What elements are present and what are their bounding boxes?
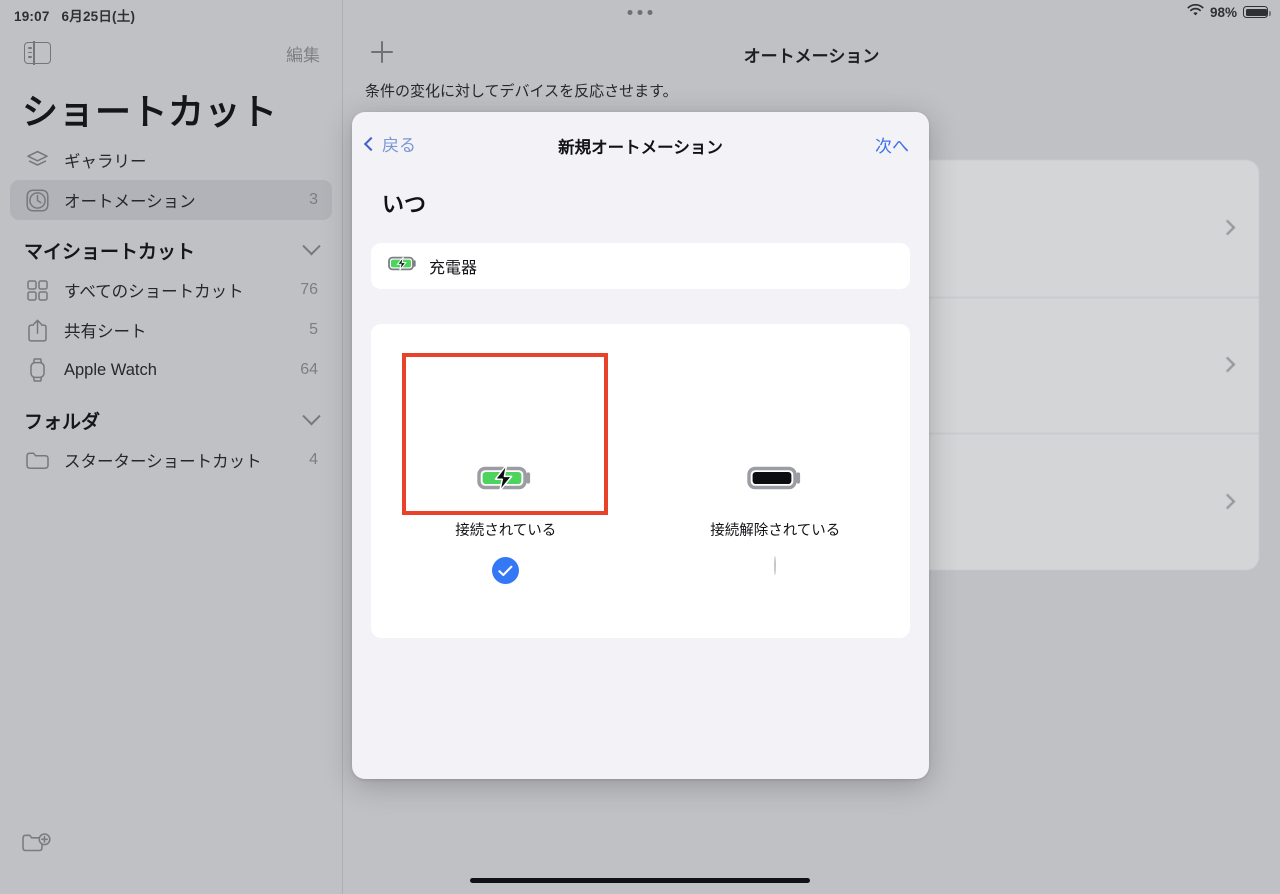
sidebar-item-gallery[interactable]: ギャラリー	[10, 140, 332, 180]
grid-icon	[24, 279, 50, 301]
new-folder-icon[interactable]	[22, 833, 52, 862]
main-toolbar: オートメーション	[343, 30, 1280, 80]
three-dots-handle[interactable]	[627, 10, 653, 15]
gallery-layers-icon	[24, 150, 50, 171]
status-bar-right: 98%	[1187, 3, 1271, 20]
chevron-down-icon[interactable]	[302, 236, 321, 255]
dot	[627, 10, 633, 15]
sidebar-item-automation[interactable]: オートメーション 3	[10, 180, 332, 220]
radio-selected	[492, 557, 520, 584]
sidebar-toggle-icon[interactable]	[24, 41, 51, 65]
sidebar-section-folders[interactable]: フォルダ	[10, 400, 332, 440]
battery-icon	[1243, 6, 1271, 18]
trigger-options-card: 接続されている 接続解除されている	[371, 324, 910, 638]
sidebar-item-apple-watch[interactable]: Apple Watch 64	[10, 350, 332, 390]
chevron-right-icon	[1219, 219, 1236, 236]
automation-clock-icon	[24, 188, 50, 212]
sidebar-item-count: 4	[309, 451, 318, 468]
dot	[647, 10, 653, 15]
status-bar: 19:07 6月25日(土) 98%	[0, 0, 1280, 28]
sidebar-item-count: 5	[309, 321, 318, 338]
sidebar-item-label: すべてのショートカット	[64, 283, 244, 301]
sidebar-item-label: オートメーション	[64, 193, 196, 211]
edit-button[interactable]: 編集	[286, 41, 320, 66]
sidebar-item-count: 76	[300, 281, 318, 298]
sidebar-item-all-shortcuts[interactable]: すべてのショートカット 76	[10, 270, 332, 310]
sidebar-top-row: 編集	[24, 38, 320, 68]
sidebar-nav: ギャラリー オートメーション 3 マイショートカット すべてのショートカット 7…	[10, 140, 332, 480]
sidebar-item-count: 3	[309, 191, 318, 208]
sidebar-item-count: 64	[300, 361, 318, 378]
wifi-icon	[1187, 3, 1204, 20]
section-title: マイショートカット	[24, 241, 196, 263]
option-label: 接続解除されている	[710, 523, 841, 539]
circle-outline-icon[interactable]	[774, 556, 777, 575]
main-title: オートメーション	[743, 47, 880, 66]
watch-icon	[24, 358, 50, 382]
battery-charging-icon	[477, 464, 534, 497]
sidebar-item-label: スターターショートカット	[64, 453, 262, 471]
sidebar-item-share-sheet[interactable]: 共有シート 5	[10, 310, 332, 350]
sidebar-section-my-shortcuts[interactable]: マイショートカット	[10, 230, 332, 270]
chevron-right-icon	[1219, 356, 1236, 373]
chevron-right-icon	[1219, 493, 1236, 510]
new-automation-sheet: 戻る 新規オートメーション 次へ いつ 充電器 接続されている 接続解除されてい…	[352, 112, 929, 779]
status-bar-left: 19:07 6月25日(土)	[14, 5, 135, 25]
radio-unselected	[774, 556, 777, 575]
share-icon	[24, 319, 50, 342]
battery-fill	[1245, 8, 1267, 16]
battery-percent: 98%	[1209, 4, 1237, 20]
sidebar-item-label: 共有シート	[64, 323, 147, 341]
next-button[interactable]: 次へ	[875, 132, 909, 157]
sheet-navbar: 戻る 新規オートメーション 次へ	[352, 112, 929, 176]
battery-charging-icon	[388, 256, 417, 276]
line	[27, 56, 32, 58]
section-title: フォルダ	[24, 411, 101, 433]
page-title: ショートカット	[22, 91, 278, 132]
home-indicator	[470, 878, 810, 883]
line	[27, 47, 32, 49]
option-disconnected[interactable]: 接続解除されている	[641, 324, 911, 638]
clock-time: 19:07	[14, 9, 50, 24]
sidebar-item-label: Apple Watch	[64, 360, 157, 379]
folder-icon	[24, 451, 50, 470]
when-section-label: いつ	[382, 192, 427, 217]
battery-full-black-icon	[747, 464, 804, 497]
sidebar-item-starter-shortcuts[interactable]: スターターショートカット 4	[10, 440, 332, 480]
check-circle-filled-icon[interactable]	[492, 557, 520, 584]
line	[27, 51, 32, 54]
option-connected[interactable]: 接続されている	[371, 324, 641, 638]
dot	[637, 10, 643, 15]
trigger-row-charger[interactable]: 充電器	[371, 243, 910, 289]
chevron-down-icon[interactable]	[302, 406, 321, 425]
sheet-title: 新規オートメーション	[558, 139, 723, 157]
option-label: 接続されている	[455, 523, 557, 539]
main-subtitle: 条件の変化に対してデバイスを反応させます。	[365, 83, 678, 100]
trigger-name: 充電器	[429, 260, 478, 277]
sidebar: 編集 ショートカット ギャラリー オートメーション 3 マイショートカット すべ…	[0, 0, 343, 894]
sidebar-item-label: ギャラリー	[64, 153, 147, 171]
ipad-screen: 19:07 6月25日(土) 98% 編集 ショートカット ギャラリー オートメ…	[0, 0, 1280, 894]
clock-date: 6月25日(土)	[61, 9, 136, 24]
